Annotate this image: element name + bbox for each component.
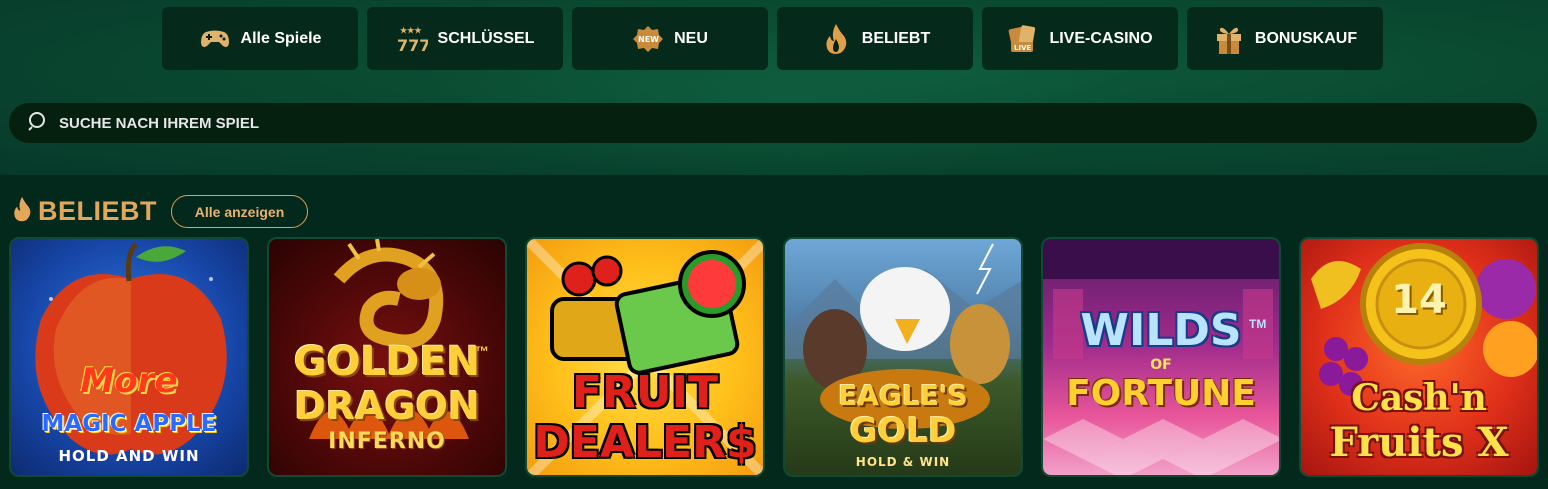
svg-text:NEW: NEW [638,35,659,44]
game-title-line1: More [80,361,178,401]
game-card-cash-n-fruits-x[interactable]: 14 Cash'n Fruits X [1299,237,1539,477]
tab-label: BELIEBT [861,29,931,47]
trademark: TM [1249,317,1267,331]
game-title-line1: Cash'n [1351,377,1487,419]
game-title-line2: DEALER$ [533,417,757,468]
section-title-text: BELIEBT [38,196,158,226]
flame-icon [820,23,852,55]
game-card-eagles-gold[interactable]: EAGLE'S GOLD HOLD & WIN [783,237,1023,477]
svg-text:777: 777 [397,36,428,54]
search-bar [9,103,1537,143]
game-art [35,242,227,455]
gamepad-icon [199,23,231,55]
svg-text:LIVE: LIVE [1014,44,1031,52]
game-title-line2: DRAGON [294,384,480,428]
tab-label: SCHLÜSSEL [437,29,535,47]
game-title-line1: FRUIT [571,367,719,418]
tab-new[interactable]: NEW NEU [572,7,768,70]
game-title-line2: GOLD [849,411,957,451]
game-card-more-magic-apple[interactable]: More MAGIC APPLE HOLD AND WIN [9,237,249,477]
section-title: BELIEBT [12,196,157,227]
search-icon [27,110,49,137]
game-card-wilds-of-fortune[interactable]: WILDS TM OF FORTUNE [1041,237,1281,477]
tab-keys[interactable]: 777 ★★★ SCHLÜSSEL [367,7,563,70]
game-list: More MAGIC APPLE HOLD AND WIN GOLDEN ™ D… [9,237,1539,477]
tab-label: Alle Spiele [240,29,322,47]
777-icon: 777 ★★★ [396,23,428,55]
show-all-button[interactable]: Alle anzeigen [171,195,309,228]
search-input[interactable] [59,114,1459,132]
coin-number: 14 [1391,277,1447,323]
game-title-line1: GOLDEN [293,339,481,385]
tab-label: LIVE-CASINO [1049,29,1153,47]
gift-icon [1213,23,1245,55]
game-title-line1: EAGLE'S [838,379,968,412]
flame-icon [12,196,32,227]
tab-bonus-buy[interactable]: BONUSKAUF [1187,7,1383,70]
tab-live-casino[interactable]: LIVE LIVE-CASINO [982,7,1178,70]
game-title-line3: INFERNO [328,429,446,454]
tab-label: BONUSKAUF [1254,29,1358,47]
svg-text:★★★: ★★★ [400,26,422,35]
tab-popular[interactable]: BELIEBT [777,7,973,70]
game-title-line3: HOLD & WIN [855,455,951,469]
game-title-line2: Fruits X [1329,419,1509,466]
header-banner: Alle Spiele 777 ★★★ SCHLÜSSEL NEW NEU BEL… [0,0,1548,175]
game-title-line2: MAGIC APPLE [41,411,217,437]
new-badge-icon: NEW [632,23,664,55]
tab-all-games[interactable]: Alle Spiele [162,7,358,70]
game-title-line3: HOLD AND WIN [58,447,200,465]
game-title-line1: WILDS [1080,305,1242,356]
game-title-line2: OF [1150,357,1172,373]
section-header: BELIEBT Alle anzeigen [12,195,309,228]
category-tabs: Alle Spiele 777 ★★★ SCHLÜSSEL NEW NEU BEL… [162,7,1383,70]
live-cards-icon: LIVE [1007,23,1039,55]
tab-label: NEU [674,29,708,47]
game-card-fruit-dealers[interactable]: FRUIT DEALER$ [525,237,765,477]
game-title-line3: FORTUNE [1066,373,1256,414]
game-card-golden-dragon-inferno[interactable]: GOLDEN ™ DRAGON INFERNO [267,237,507,477]
trademark: ™ [475,343,489,359]
